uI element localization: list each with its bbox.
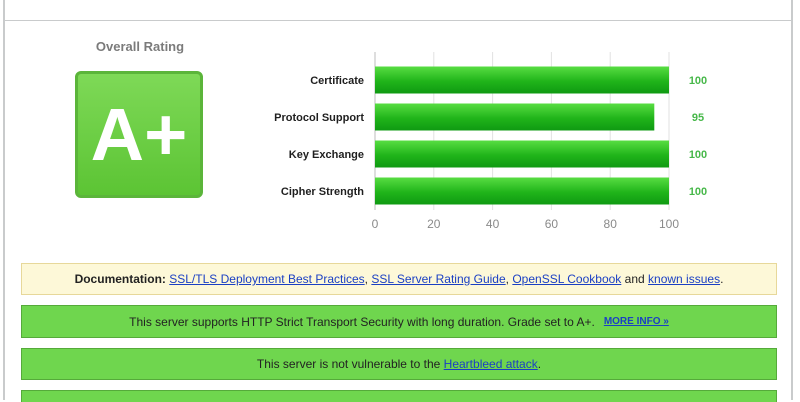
doc-separator: ,: [505, 272, 509, 286]
x-tick-label: 60: [545, 217, 559, 231]
category-label: Certificate: [310, 75, 364, 87]
value-label: 100: [689, 186, 707, 198]
category-label: Cipher Strength: [281, 186, 364, 198]
heartbleed-end: .: [537, 357, 542, 371]
heartbleed-text: This server is not vulnerable to the: [256, 357, 441, 371]
link-ssl-tls-best-practices[interactable]: SSL/TLS Deployment Best Practices: [169, 272, 364, 286]
category-label: Key Exchange: [289, 149, 364, 161]
link-openssl-cookbook[interactable]: OpenSSL Cookbook: [512, 272, 621, 286]
more-info-link[interactable]: MORE INFO »: [604, 316, 669, 327]
bar: [375, 177, 669, 205]
hsts-text: This server supports HTTP Strict Transpo…: [129, 314, 595, 329]
bar: [375, 140, 669, 168]
bar: [375, 103, 655, 131]
next-banner: [21, 390, 777, 402]
value-label: 100: [689, 149, 707, 161]
x-tick-label: 20: [427, 217, 441, 231]
doc-end: .: [720, 272, 724, 286]
link-known-issues[interactable]: known issues: [648, 272, 720, 286]
x-tick-label: 40: [486, 217, 500, 231]
documentation-prefix: Documentation:: [74, 272, 166, 286]
link-ssl-server-rating-guide[interactable]: SSL Server Rating Guide: [371, 272, 505, 286]
link-heartbleed-attack[interactable]: Heartbleed attack: [444, 357, 538, 371]
x-tick-label: 100: [659, 217, 679, 231]
bar: [375, 66, 669, 94]
category-label: Protocol Support: [274, 112, 364, 124]
x-tick-label: 80: [604, 217, 618, 231]
hsts-banner: This server supports HTTP Strict Transpo…: [21, 305, 777, 338]
heartbleed-banner: This server is not vulnerable to the Hea…: [21, 348, 777, 380]
doc-and: and: [624, 272, 645, 286]
value-label: 95: [692, 112, 704, 124]
value-label: 100: [689, 75, 707, 87]
doc-separator: ,: [364, 272, 369, 286]
documentation-banner: Documentation: SSL/TLS Deployment Best P…: [21, 263, 777, 295]
x-tick-label: 0: [372, 217, 379, 231]
rating-chart: 0 20 40 60 80 100 Certificate 100 Protocol Suppo…: [274, 52, 707, 231]
